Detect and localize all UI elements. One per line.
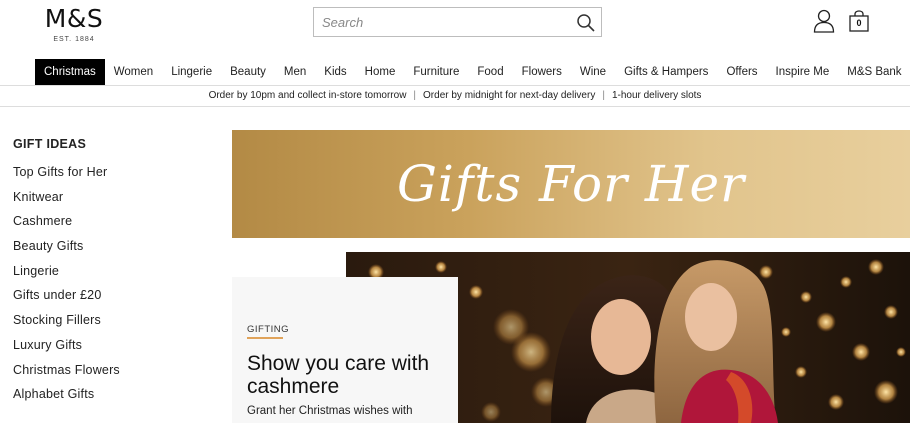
sidebar-item-lingerie[interactable]: Lingerie bbox=[13, 259, 213, 284]
nav-item-furniture[interactable]: Furniture bbox=[404, 59, 468, 85]
search-box bbox=[313, 7, 602, 37]
gift-ideas-sidebar: GIFT IDEAS Top Gifts for Her Knitwear Ca… bbox=[13, 137, 213, 407]
banner-title: Gifts For Her bbox=[396, 155, 746, 213]
nav-item-flowers[interactable]: Flowers bbox=[513, 59, 571, 85]
promo-tag: GIFTING bbox=[247, 324, 290, 335]
nav-item-wine[interactable]: Wine bbox=[571, 59, 615, 85]
nav-item-food[interactable]: Food bbox=[468, 59, 512, 85]
delivery-message-next-day[interactable]: Order by midnight for next-day delivery bbox=[423, 90, 595, 101]
nav-item-offers[interactable]: Offers bbox=[717, 59, 766, 85]
gifts-for-her-banner: Gifts For Her bbox=[232, 130, 910, 238]
sidebar-item-stocking-fillers[interactable]: Stocking Fillers bbox=[13, 308, 213, 333]
nav-item-kids[interactable]: Kids bbox=[315, 59, 355, 85]
promo-title: Show you care with cashmere bbox=[247, 352, 430, 398]
search-input[interactable] bbox=[314, 8, 574, 36]
bag-count: 0 bbox=[856, 18, 862, 28]
delivery-separator: | bbox=[413, 90, 417, 101]
nav-item-christmas[interactable]: Christmas bbox=[35, 59, 105, 85]
bag-button[interactable]: 0 bbox=[848, 10, 870, 32]
nav-item-home[interactable]: Home bbox=[356, 59, 405, 85]
sidebar-item-beauty-gifts[interactable]: Beauty Gifts bbox=[13, 234, 213, 259]
promo-subtitle: Grant her Christmas wishes with bbox=[247, 405, 413, 417]
delivery-separator: | bbox=[602, 90, 605, 101]
nav-item-beauty[interactable]: Beauty bbox=[221, 59, 275, 85]
nav-item-men[interactable]: Men bbox=[275, 59, 315, 85]
promo-card[interactable]: GIFTING Show you care with cashmere Gran… bbox=[232, 277, 458, 423]
nav-item-ms-bank[interactable]: M&S Bank bbox=[838, 59, 910, 85]
brand-logo[interactable]: M&S EST. 1884 bbox=[41, 4, 107, 44]
account-icon[interactable] bbox=[813, 9, 835, 33]
sidebar-item-alphabet-gifts[interactable]: Alphabet Gifts bbox=[13, 382, 213, 407]
brand-est: EST. 1884 bbox=[53, 36, 95, 43]
sidebar-item-gifts-under-20[interactable]: Gifts under £20 bbox=[13, 283, 213, 308]
brand-name: M&S bbox=[44, 4, 104, 33]
sidebar-title: GIFT IDEAS bbox=[13, 137, 87, 151]
sidebar-item-luxury-gifts[interactable]: Luxury Gifts bbox=[13, 333, 213, 358]
nav-item-lingerie[interactable]: Lingerie bbox=[162, 59, 221, 85]
sidebar-item-cashmere[interactable]: Cashmere bbox=[13, 209, 213, 234]
search-icon[interactable] bbox=[576, 13, 596, 33]
delivery-message-collect[interactable]: Order by 10pm and collect in-store tomor… bbox=[209, 90, 407, 101]
sidebar-item-christmas-flowers[interactable]: Christmas Flowers bbox=[13, 358, 213, 383]
delivery-info-bar: Order by 10pm and collect in-store tomor… bbox=[0, 85, 910, 107]
nav-item-inspire-me[interactable]: Inspire Me bbox=[767, 59, 839, 85]
sidebar-item-top-gifts-for-her[interactable]: Top Gifts for Her bbox=[13, 160, 213, 185]
nav-item-women[interactable]: Women bbox=[105, 59, 162, 85]
promo-tag-underline bbox=[247, 337, 283, 339]
nav-item-gifts-hampers[interactable]: Gifts & Hampers bbox=[615, 59, 717, 85]
sidebar-item-knitwear[interactable]: Knitwear bbox=[13, 185, 213, 210]
delivery-message-slots[interactable]: 1-hour delivery slots bbox=[612, 90, 701, 101]
main-nav: Christmas Women Lingerie Beauty Men Kids… bbox=[35, 59, 910, 85]
